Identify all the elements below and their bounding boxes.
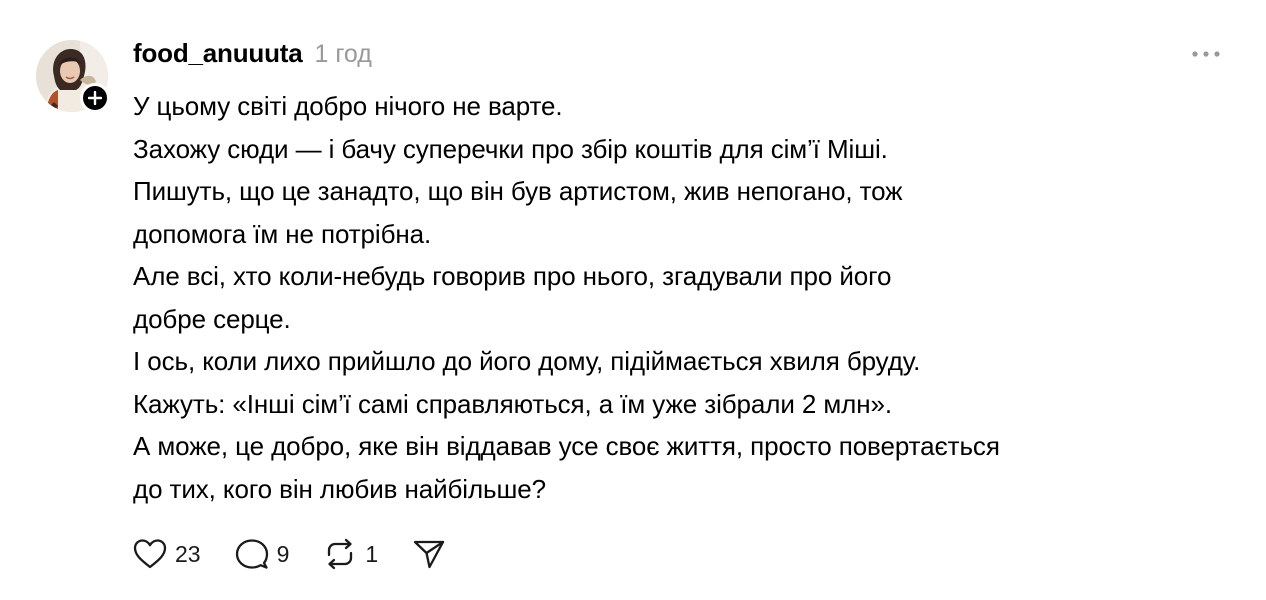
timestamp: 1 год: [314, 40, 372, 68]
thread-post: food_anuuuta 1 год У цьому світі добро н…: [0, 0, 1266, 600]
post-text-line: Пишуть, що це занадто, що він був артист…: [133, 176, 903, 206]
post-text-line: до тих, кого він любив найбільше?: [133, 473, 546, 504]
post-text-line: Але всі, хто коли-небудь говорив про ньо…: [133, 261, 892, 291]
reply-count: 9: [276, 540, 290, 567]
repost-count: 1: [365, 540, 379, 567]
like-button[interactable]: 23: [133, 538, 201, 570]
post-text-line: І ось, коли лихо прийшло до його дому, п…: [133, 346, 921, 376]
action-bar: 23 9 1: [133, 536, 480, 572]
send-icon: [414, 540, 445, 569]
avatar-container: [36, 40, 110, 114]
post-text-line: У цьому світі добро нічого не варте.: [133, 91, 563, 121]
follow-button[interactable]: [80, 83, 110, 113]
reply-button[interactable]: 9: [235, 538, 290, 570]
like-count: 23: [175, 540, 201, 567]
plus-icon: [88, 91, 102, 105]
post-text: У цьому світі добро нічого не варте. Зах…: [133, 85, 1243, 510]
username[interactable]: food_anuuuta: [133, 38, 303, 69]
post-text-line: Захожу сюди — і бачу суперечки про збір …: [133, 133, 888, 164]
repost-icon: [328, 538, 353, 570]
heart-icon: [133, 539, 167, 569]
post-header: food_anuuuta 1 год: [133, 38, 372, 72]
more-horizontal-icon: [1192, 51, 1220, 57]
comment-icon: [235, 539, 268, 569]
post-text-line: допомога їм не потрібна.: [133, 218, 432, 249]
share-button[interactable]: [412, 538, 446, 570]
post-text-line: Кажуть: «Інші сім’ї самі справляються, а…: [133, 388, 892, 419]
post-text-line: добре серце.: [133, 303, 291, 334]
post-text-line: А може, це добро, яке він віддавав усе с…: [133, 431, 1000, 461]
more-options-button[interactable]: [1186, 40, 1226, 68]
repost-button[interactable]: 1: [323, 538, 378, 570]
